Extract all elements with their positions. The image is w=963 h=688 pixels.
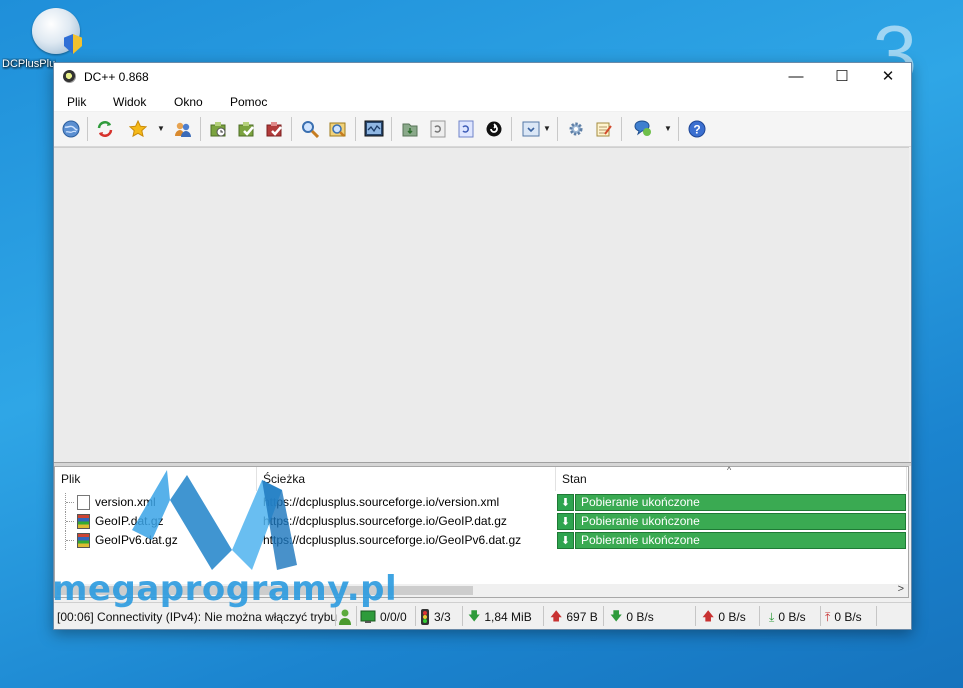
- status-progress-bar: Pobieranie ukończone: [575, 513, 906, 530]
- table-row[interactable]: version.xml https://dcplusplus.sourcefor…: [55, 493, 908, 512]
- chevron-down-icon[interactable]: ▼: [664, 124, 672, 133]
- sort-ascending-icon: ^: [727, 465, 732, 475]
- menu-widok[interactable]: Widok: [113, 95, 146, 109]
- recheck-icon[interactable]: [427, 118, 449, 140]
- dcplusplus-app-icon: [32, 8, 80, 54]
- favorites-star-icon[interactable]: [127, 118, 149, 140]
- file-path: https://dcplusplus.sourceforge.io/GeoIP.…: [263, 514, 507, 528]
- dcplusplus-window: DC++ 0.868 — ☐ ✕ Plik Widok Okno Pomoc ▼: [53, 62, 912, 630]
- status-progress-bar: Pobieranie ukończone: [575, 532, 906, 549]
- arrow-up-icon: 🡅: [702, 608, 715, 623]
- notepad-edit-icon[interactable]: [593, 118, 615, 140]
- window-title: DC++ 0.868: [84, 70, 149, 84]
- menu-pomoc[interactable]: Pomoc: [230, 95, 267, 109]
- column-header-path[interactable]: Ścieżka: [257, 467, 556, 491]
- toolbar: ▼ ▼ ▼ ?: [54, 112, 911, 147]
- hubs-counter: 0/0/0: [360, 608, 407, 626]
- title-bar[interactable]: DC++ 0.868 — ☐ ✕: [54, 63, 911, 91]
- notepad-icon[interactable]: [399, 118, 421, 140]
- open-filelist-icon[interactable]: [520, 118, 542, 140]
- upload-speed: 🡅 0 B/s: [702, 608, 746, 626]
- users-icon[interactable]: [172, 118, 194, 140]
- download-complete-icon: ⬇: [557, 532, 574, 549]
- status-bar: [00:06] Connectivity (IPv4): Nie można w…: [54, 602, 911, 629]
- chevron-down-icon[interactable]: ▼: [157, 124, 165, 133]
- arrow-down-icon: 🡇: [610, 608, 623, 623]
- slots-counter: 3/3: [420, 608, 451, 626]
- match-queue-icon[interactable]: [455, 118, 477, 140]
- download-complete-icon: ⬇: [557, 513, 574, 530]
- download-complete-icon: ⬇: [557, 494, 574, 511]
- download-queue-table: Plik Ścieżka Stan ^ version.xml https://…: [54, 465, 909, 598]
- status-message: [00:06] Connectivity (IPv4): Nie można w…: [57, 610, 338, 624]
- document-file-icon: [77, 495, 90, 510]
- adl-search-icon[interactable]: [327, 118, 349, 140]
- file-name: GeoIPv6.dat.gz: [95, 533, 178, 547]
- uploaded-total: 🡅 697 B: [550, 608, 598, 626]
- maximize-button[interactable]: ☐: [819, 63, 865, 91]
- away-user-icon[interactable]: [338, 608, 352, 626]
- menu-bar: Plik Widok Okno Pomoc: [54, 91, 911, 111]
- svg-text:?: ?: [693, 123, 700, 137]
- file-path: https://dcplusplus.sourceforge.io/versio…: [263, 495, 500, 509]
- table-row[interactable]: GeoIPv6.dat.gz https://dcplusplus.source…: [55, 531, 908, 550]
- app-icon: [63, 70, 76, 83]
- minimize-button[interactable]: —: [773, 63, 819, 91]
- close-button[interactable]: ✕: [865, 63, 911, 91]
- archive-file-icon: [77, 514, 90, 529]
- arrow-down-icon: 🡇: [468, 608, 481, 623]
- mdi-client-area: [54, 147, 909, 463]
- upload-limit-icon: ⤒: [825, 609, 831, 624]
- file-name: GeoIP.dat.gz: [95, 514, 164, 528]
- help-icon[interactable]: ?: [686, 118, 708, 140]
- upload-limit[interactable]: ⤒ 0 B/s: [825, 608, 862, 626]
- status-cell: ⬇ Pobieranie ukończone: [557, 494, 906, 511]
- download-queue-icon[interactable]: [207, 118, 229, 140]
- away-icon[interactable]: [483, 118, 505, 140]
- finished-uploads-icon[interactable]: [263, 118, 285, 140]
- scroll-right-icon[interactable]: >: [898, 583, 904, 595]
- status-progress-bar: Pobieranie ukończone: [575, 494, 906, 511]
- archive-file-icon: [77, 533, 90, 548]
- refresh-icon[interactable]: [94, 118, 116, 140]
- menu-plik[interactable]: Plik: [67, 95, 86, 109]
- system-log-icon[interactable]: [363, 118, 385, 140]
- file-path: https://dcplusplus.sourceforge.io/GeoIPv…: [263, 533, 522, 547]
- column-header-status[interactable]: Stan: [556, 467, 907, 491]
- scrollbar-thumb[interactable]: [57, 586, 473, 595]
- settings-icon[interactable]: [565, 118, 587, 140]
- column-header-file[interactable]: Plik: [55, 467, 257, 491]
- status-cell: ⬇ Pobieranie ukończone: [557, 532, 906, 549]
- download-limit-icon: ⤓: [769, 609, 775, 624]
- monitor-icon: [360, 610, 376, 623]
- desktop-shortcut-label: DCPlusPlus: [2, 58, 56, 70]
- chevron-down-icon[interactable]: ▼: [543, 124, 551, 133]
- downloaded-total: 🡇 1,84 MiB: [468, 608, 532, 626]
- table-row[interactable]: GeoIP.dat.gz https://dcplusplus.sourcefo…: [55, 512, 908, 531]
- horizontal-scrollbar[interactable]: >: [55, 583, 908, 597]
- arrow-up-icon: 🡅: [550, 608, 563, 623]
- download-speed: 🡇 0 B/s: [610, 608, 654, 626]
- search-icon[interactable]: [299, 118, 321, 140]
- menu-okno[interactable]: Okno: [174, 95, 203, 109]
- finished-downloads-icon[interactable]: [235, 118, 257, 140]
- traffic-light-icon: [421, 609, 429, 625]
- file-name: version.xml: [95, 495, 156, 509]
- connect-hubs-icon[interactable]: [632, 118, 654, 140]
- download-limit[interactable]: ⤓ 0 B/s: [769, 608, 806, 626]
- globe-icon[interactable]: [60, 118, 82, 140]
- status-cell: ⬇ Pobieranie ukończone: [557, 513, 906, 530]
